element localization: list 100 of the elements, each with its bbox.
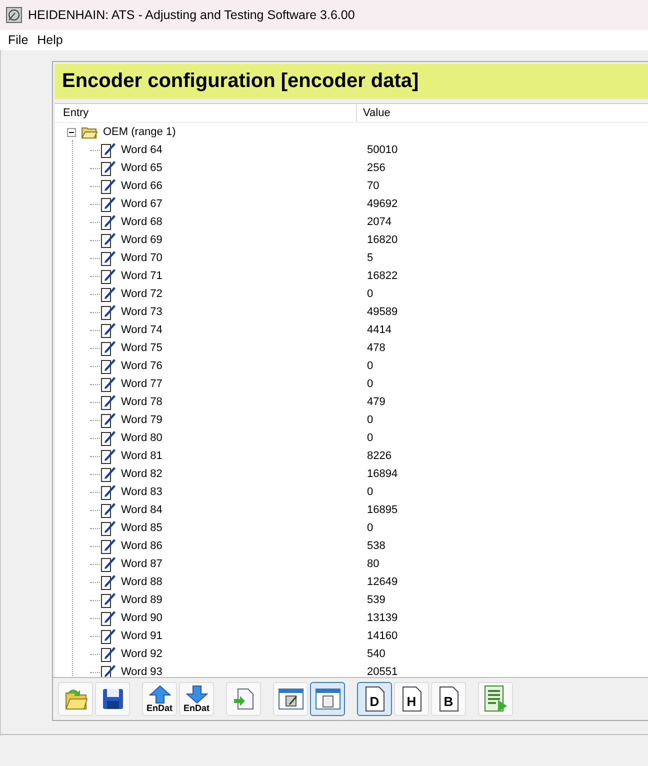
tree-item[interactable]: Word 64 — [121, 142, 162, 158]
tree-item[interactable]: Word 69 — [121, 232, 162, 248]
edit-document-icon — [100, 448, 116, 464]
collapse-icon[interactable] — [67, 128, 76, 136]
value-cell-text: 80 — [367, 556, 380, 572]
edit-document-icon — [100, 556, 116, 572]
document-icon — [400, 686, 422, 712]
window-edit-icon — [278, 686, 304, 711]
value-cell-text: 539 — [367, 592, 386, 608]
tree-item[interactable]: Word 71 — [121, 268, 162, 284]
panel-title: Encoder configuration [encoder data] — [55, 64, 648, 99]
tree-item[interactable]: Word 91 — [121, 628, 162, 644]
tree-item[interactable]: Word 70 — [121, 250, 162, 266]
edit-document-icon — [100, 484, 116, 500]
tree-item[interactable]: Word 67 — [121, 196, 162, 212]
edit-document-icon — [100, 214, 116, 230]
tree-item[interactable]: Word 83 — [121, 484, 162, 500]
tree-item[interactable]: Word 68 — [121, 214, 162, 230]
tree-item[interactable]: Word 77 — [121, 376, 162, 392]
app-logo-icon — [6, 7, 22, 23]
value-cell-text: 20551 — [367, 664, 398, 677]
edit-document-icon — [100, 340, 116, 356]
edit-document-icon — [100, 412, 116, 428]
value-cell-text: 13139 — [367, 610, 398, 626]
value-cell-text: 16894 — [367, 466, 398, 482]
tree-item[interactable]: Word 90 — [121, 610, 162, 626]
edit-document-icon — [100, 538, 116, 554]
edit-document-icon — [100, 610, 116, 626]
tree-item[interactable]: Word 88 — [121, 574, 162, 590]
edit-document-icon — [100, 268, 116, 284]
toolbar-button[interactable]: EnDat — [179, 682, 214, 716]
value-cell-text: 16822 — [367, 268, 398, 284]
column-header[interactable]: Entry — [55, 104, 357, 122]
folder-icon — [81, 126, 98, 138]
window-page-icon — [314, 686, 340, 711]
value-cell-text: 0 — [367, 358, 374, 374]
tree-item[interactable]: Word 81 — [121, 448, 162, 464]
tree-item[interactable]: Word 92 — [121, 646, 162, 662]
tree-item[interactable]: Word 78 — [121, 394, 162, 410]
tree-item[interactable]: Word 72 — [121, 286, 162, 302]
import-document-icon — [232, 686, 256, 711]
toolbar-button[interactable]: B — [431, 682, 466, 716]
tree-item[interactable]: Word 84 — [121, 502, 162, 518]
edit-document-icon — [100, 142, 116, 158]
value-cell-text: 0 — [367, 484, 374, 500]
tree-item[interactable]: Word 80 — [121, 430, 162, 446]
up-arrow-icon — [148, 684, 172, 704]
value-cell-text: 538 — [367, 538, 386, 554]
value-cell-text: 70 — [367, 178, 380, 194]
open-folder-icon — [62, 686, 88, 711]
value-cell-text: 16895 — [367, 502, 398, 518]
value-cell-text: 50010 — [367, 142, 398, 158]
edit-document-icon — [100, 250, 116, 266]
tree-item[interactable]: Word 76 — [121, 358, 162, 374]
toolbar-button[interactable]: D — [357, 682, 392, 716]
column-header[interactable]: Value — [357, 104, 390, 122]
tree-item[interactable]: Word 87 — [121, 556, 162, 572]
value-cell-text: 8226 — [367, 448, 392, 464]
tree-item[interactable]: Word 82 — [121, 466, 162, 482]
value-cell-text: 16820 — [367, 232, 398, 248]
edit-document-icon — [100, 232, 116, 248]
edit-document-icon — [100, 520, 116, 536]
tree-item[interactable]: Word 73 — [121, 304, 162, 320]
edit-document-icon — [100, 592, 116, 608]
edit-document-icon — [100, 574, 116, 590]
tree-item[interactable]: Word 89 — [121, 592, 162, 608]
tree-item[interactable]: Word 86 — [121, 538, 162, 554]
edit-document-icon — [100, 322, 116, 338]
document-icon — [438, 686, 460, 712]
tree-item[interactable]: Word 74 — [121, 322, 162, 338]
edit-document-icon — [100, 628, 116, 644]
tree-item[interactable]: Word 75 — [121, 340, 162, 356]
value-cell-text: 49589 — [367, 304, 398, 320]
tree-item[interactable]: OEM (range 1) — [103, 124, 176, 140]
edit-document-icon — [100, 376, 116, 392]
value-cell-text: 49692 — [367, 196, 398, 212]
menu-item[interactable]: Help — [33, 30, 68, 50]
edit-document-icon — [100, 466, 116, 482]
edit-document-icon — [100, 358, 116, 374]
value-cell-text: 2074 — [367, 214, 392, 230]
menu-item[interactable]: File — [4, 30, 34, 50]
window-title: HEIDENHAIN: ATS - Adjusting and Testing Software 3.6.00 — [28, 6, 355, 24]
toolbar-button[interactable] — [310, 682, 345, 716]
run-list-icon — [482, 684, 508, 713]
edit-document-icon — [100, 196, 116, 212]
toolbar-button[interactable]: EnDat — [142, 682, 177, 716]
tree-item[interactable]: Word 79 — [121, 412, 162, 428]
value-cell-text: 540 — [367, 646, 386, 662]
value-cell-text: 479 — [367, 394, 386, 410]
value-cell-text: 12649 — [367, 574, 398, 590]
tree-item[interactable]: Word 93 — [121, 664, 162, 677]
value-cell-text: 5 — [367, 250, 374, 266]
tree-item[interactable]: Word 66 — [121, 178, 162, 194]
edit-document-icon — [100, 394, 116, 410]
toolbar-button[interactable]: H — [394, 682, 429, 716]
value-cell-text: 0 — [367, 412, 374, 428]
tree-item[interactable]: Word 65 — [121, 160, 162, 176]
value-cell-text: 0 — [367, 376, 374, 392]
tree-item[interactable]: Word 85 — [121, 520, 162, 536]
edit-document-icon — [100, 502, 116, 518]
